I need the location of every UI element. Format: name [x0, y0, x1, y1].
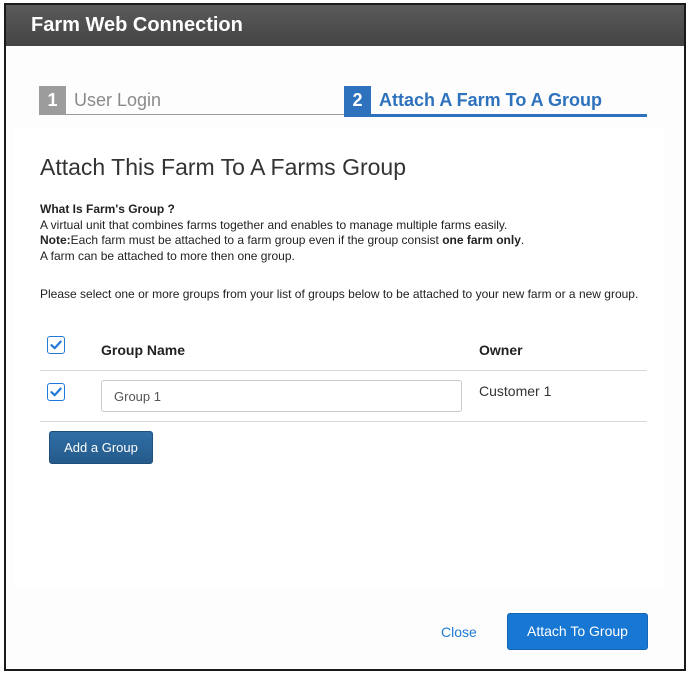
select-all-checkbox[interactable]: [47, 336, 65, 354]
add-group-button[interactable]: Add a Group: [49, 431, 153, 464]
step-label: Attach A Farm To A Group: [379, 89, 602, 110]
step-number: 2: [344, 86, 371, 114]
page-heading: Attach This Farm To A Farms Group: [40, 154, 407, 180]
attach-to-group-button[interactable]: Attach To Group: [507, 613, 648, 650]
close-button[interactable]: Close: [441, 624, 477, 640]
content-panel: [14, 128, 664, 588]
check-icon: [50, 340, 62, 350]
info-line: A farm can be attached to more then one …: [40, 248, 295, 263]
step-number: 1: [39, 86, 66, 114]
info-question: What Is Farm's Group ?: [40, 202, 175, 216]
step-user-login: 1 User Login: [39, 86, 344, 115]
info-note: Note:Each farm must be attached to a far…: [40, 233, 640, 249]
info-line: A virtual unit that combines farms toget…: [40, 217, 508, 232]
group-info: What Is Farm's Group ? A virtual unit th…: [40, 202, 640, 264]
note-text: Each farm must be attached to a farm gro…: [70, 233, 443, 247]
note-text-end: .: [520, 233, 525, 247]
owner-cell: Customer 1: [479, 383, 552, 399]
note-label: Note:: [40, 233, 71, 247]
table-divider: [40, 370, 647, 371]
column-header-owner: Owner: [479, 342, 523, 358]
table-divider: [40, 421, 647, 422]
note-emphasis: one farm only: [442, 233, 521, 247]
step-attach-farm: 2 Attach A Farm To A Group: [344, 86, 647, 117]
check-icon: [50, 387, 62, 397]
instruction-text: Please select one or more groups from yo…: [40, 287, 639, 301]
step-label: User Login: [74, 89, 162, 110]
row-checkbox[interactable]: [47, 383, 65, 401]
column-header-group-name: Group Name: [101, 342, 186, 358]
group-name-input[interactable]: [101, 380, 462, 412]
dialog-title: Farm Web Connection: [6, 5, 684, 46]
